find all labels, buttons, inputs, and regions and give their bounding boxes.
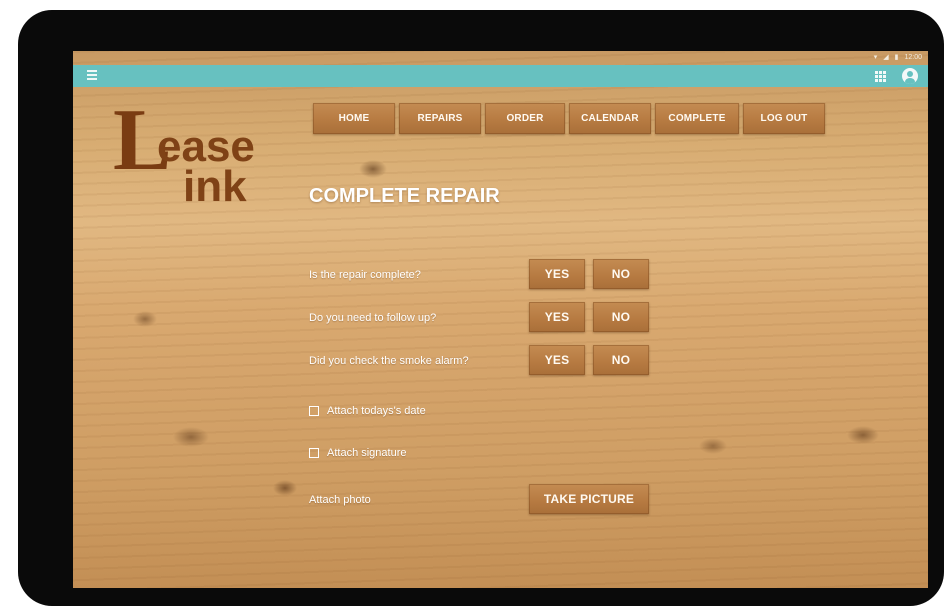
repair-complete-yes-button[interactable]: YES: [529, 259, 585, 289]
status-time: 12:00: [904, 54, 922, 61]
tablet-device: ▾ ◢ ▮ 12:00 L ease ink HOME REPAIRS ORDE…: [18, 10, 944, 606]
app-screen: ▾ ◢ ▮ 12:00 L ease ink HOME REPAIRS ORDE…: [73, 51, 928, 588]
take-picture-button[interactable]: TAKE PICTURE: [529, 484, 649, 514]
question-smoke-alarm-label: Did you check the smoke alarm?: [309, 355, 469, 367]
question-repair-complete-label: Is the repair complete?: [309, 269, 421, 281]
question-follow-up-label: Do you need to follow up?: [309, 312, 437, 324]
nav-calendar-button[interactable]: CALENDAR: [569, 103, 651, 134]
follow-up-no-button[interactable]: NO: [593, 302, 649, 332]
apps-grid-icon[interactable]: [875, 71, 886, 82]
attach-signature-label: Attach signature: [327, 447, 407, 459]
smoke-alarm-no-button[interactable]: NO: [593, 345, 649, 375]
main-nav: HOME REPAIRS ORDER CALENDAR COMPLETE LOG…: [313, 103, 825, 134]
battery-icon: ▮: [894, 54, 899, 61]
signal-icon: ◢: [883, 54, 889, 61]
account-circle-icon[interactable]: [902, 68, 918, 84]
nav-complete-button[interactable]: COMPLETE: [655, 103, 739, 134]
attach-date-checkbox[interactable]: [309, 406, 319, 416]
logo-ink: ink: [183, 162, 247, 211]
repair-complete-no-button[interactable]: NO: [593, 259, 649, 289]
attach-date-checkbox-row[interactable]: Attach todays's date: [309, 405, 426, 417]
app-bar: [73, 65, 928, 87]
attach-signature-checkbox-row[interactable]: Attach signature: [309, 447, 407, 459]
nav-repairs-button[interactable]: REPAIRS: [399, 103, 481, 134]
nav-logout-button[interactable]: LOG OUT: [743, 103, 825, 134]
follow-up-yes-button[interactable]: YES: [529, 302, 585, 332]
attach-photo-label: Attach photo: [309, 494, 371, 506]
nav-order-button[interactable]: ORDER: [485, 103, 565, 134]
nav-home-button[interactable]: HOME: [313, 103, 395, 134]
status-bar: ▾ ◢ ▮ 12:00: [73, 51, 928, 65]
smoke-alarm-yes-button[interactable]: YES: [529, 345, 585, 375]
attach-signature-checkbox[interactable]: [309, 448, 319, 458]
wifi-icon: ▾: [873, 54, 878, 61]
page-title: COMPLETE REPAIR: [309, 185, 500, 207]
lease-link-logo: L ease ink: [111, 95, 271, 211]
menu-icon[interactable]: [87, 70, 97, 81]
attach-date-label: Attach todays's date: [327, 405, 426, 417]
